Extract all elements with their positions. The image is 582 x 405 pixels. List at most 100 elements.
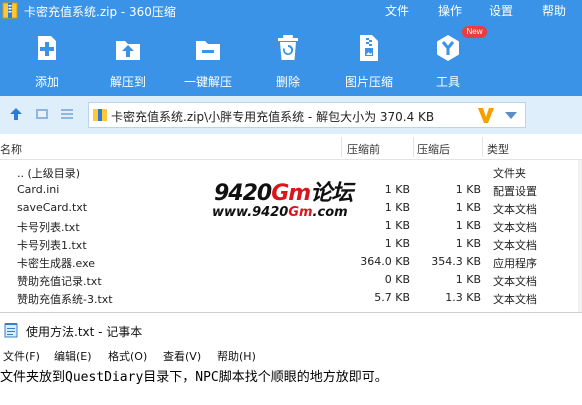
image-compress-label: 图片压缩 xyxy=(344,75,393,89)
file-name: 卡号列表.txt xyxy=(17,221,80,234)
tools-icon xyxy=(437,35,459,61)
column-after[interactable]: 压缩后 xyxy=(417,141,450,157)
size-before: 1 KB xyxy=(384,237,410,250)
watermark-forum: 论坛 xyxy=(310,181,353,206)
image-compress-icon xyxy=(360,35,378,61)
size-after: 1 KB xyxy=(455,183,481,196)
watermark-url-prefix: www.9420 xyxy=(212,205,289,220)
extract-to-icon xyxy=(116,41,140,60)
column-compressed[interactable]: 压缩前 xyxy=(347,141,380,157)
add-icon xyxy=(38,36,56,60)
file-name: 赞助充值记录.txt xyxy=(17,275,102,288)
notepad-menu-bar: 文件(F) 编辑(E) 格式(O) 查看(V) 帮助(H) xyxy=(0,346,582,366)
scrollbar[interactable] xyxy=(578,160,582,312)
size-after: 1 KB xyxy=(455,219,481,232)
zip-app-icon xyxy=(2,2,18,19)
menu-operate[interactable]: 操作 xyxy=(438,2,462,19)
size-after: 1 KB xyxy=(455,273,481,286)
size-before: 1 KB xyxy=(384,219,410,232)
new-badge: New xyxy=(462,26,487,38)
watermark-url: www.9420Gm.com xyxy=(212,205,348,220)
path-text: 卡密充值系统.zip\小胖专用充值系统 - 解包大小为 370.4 KB xyxy=(111,110,435,124)
watermark: 9420Gm论坛 www.9420Gm.com xyxy=(212,175,372,227)
list-item[interactable]: 卡密生成器.exe 364.0 KB 354.3 KB 应用程序 xyxy=(0,253,582,271)
add-button[interactable]: 添加 xyxy=(24,34,70,90)
list-item[interactable]: 赞助充值系统-3.txt 5.7 KB 1.3 KB 文本文档 xyxy=(0,289,582,307)
notepad-title-bar: 使用方法.txt - 记事本 xyxy=(0,312,582,346)
file-type: 文件夹 xyxy=(493,167,526,180)
title-bar: 卡密充值系统.zip - 360压缩 文件 操作 设置 帮助 xyxy=(0,0,582,22)
path-field[interactable]: 卡密充值系统.zip\小胖专用充值系统 - 解包大小为 370.4 KB xyxy=(88,102,526,128)
file-type: 文本文档 xyxy=(493,239,537,252)
file-name: 卡密生成器.exe xyxy=(17,257,96,270)
size-before: 364.0 KB xyxy=(360,255,410,268)
one-click-extract-button[interactable]: 一键解压 xyxy=(180,34,236,90)
notepad-icon xyxy=(4,323,18,338)
size-before: 0 KB xyxy=(384,273,410,286)
watermark-number: 9420 xyxy=(214,181,272,206)
chevron-down-icon[interactable] xyxy=(505,112,517,120)
file-type: 文本文档 xyxy=(493,221,537,234)
file-name: .. (上级目录) xyxy=(17,167,81,180)
file-type: 文本文档 xyxy=(493,275,537,288)
tools-button[interactable]: New 工具 xyxy=(430,26,487,90)
extract-to-button[interactable]: 解压到 xyxy=(103,34,153,90)
notepad-content: 文件夹放到QuestDiary目录下，NPC脚本找个顺眼的地方放即可。 xyxy=(0,370,388,385)
file-type: 配置设置 xyxy=(493,185,537,198)
column-divider[interactable] xyxy=(482,137,483,157)
delete-icon xyxy=(278,35,298,60)
notepad-window: 使用方法.txt - 记事本 文件(F) 编辑(E) 格式(O) 查看(V) 帮… xyxy=(0,312,582,405)
list-header: 名称 压缩前 压缩后 类型 xyxy=(0,134,582,160)
menu-settings[interactable]: 设置 xyxy=(489,2,513,19)
tools-label: 工具 xyxy=(435,75,460,89)
v-logo-icon[interactable] xyxy=(477,105,495,125)
file-name: 卡号列表1.txt xyxy=(17,239,87,252)
size-after: 1.3 KB xyxy=(445,291,481,304)
watermark-title: 9420Gm论坛 xyxy=(214,175,353,207)
menu-file[interactable]: 文件(F) xyxy=(3,348,40,364)
size-after: 1 KB xyxy=(455,237,481,250)
column-divider[interactable] xyxy=(413,137,414,157)
file-type: 文本文档 xyxy=(493,203,537,216)
size-before: 1 KB xyxy=(384,201,410,214)
watermark-gm: Gm xyxy=(271,181,311,206)
list-view-icon[interactable] xyxy=(60,107,74,121)
window-title: 卡密充值系统.zip - 360压缩 xyxy=(24,5,176,19)
size-before: 1 KB xyxy=(384,183,410,196)
watermark-url-gm: Gm xyxy=(288,205,313,220)
file-name: Card.ini xyxy=(17,183,60,196)
file-name: 赞助充值系统-3.txt xyxy=(17,293,113,306)
file-type: 应用程序 xyxy=(493,257,537,270)
menu-view[interactable]: 查看(V) xyxy=(163,348,201,364)
column-type[interactable]: 类型 xyxy=(487,141,509,157)
menu-file[interactable]: 文件 xyxy=(385,2,409,19)
list-item[interactable]: 卡号列表1.txt 1 KB 1 KB 文本文档 xyxy=(0,235,582,253)
notepad-editor[interactable]: 文件夹放到QuestDiary目录下，NPC脚本找个顺眼的地方放即可。 xyxy=(0,364,582,405)
menu-edit[interactable]: 编辑(E) xyxy=(54,348,92,364)
size-before: 5.7 KB xyxy=(374,291,410,304)
size-after: 1 KB xyxy=(455,201,481,214)
column-name[interactable]: 名称 xyxy=(0,141,22,157)
file-type: 文本文档 xyxy=(493,293,537,306)
delete-label: 删除 xyxy=(275,75,300,89)
file-name: saveCard.txt xyxy=(17,201,88,214)
one-click-extract-label: 一键解压 xyxy=(183,75,232,89)
image-compress-button[interactable]: 图片压缩 xyxy=(339,34,399,90)
view-mode-icon[interactable] xyxy=(35,107,49,121)
toolbar: 添加 解压到 一键解压 删除 图片压缩 New 工具 xyxy=(0,22,582,96)
menu-help[interactable]: 帮助 xyxy=(542,2,566,19)
one-click-extract-icon xyxy=(196,41,220,60)
menu-format[interactable]: 格式(O) xyxy=(108,348,147,364)
column-divider[interactable] xyxy=(341,137,342,157)
address-bar: 卡密充值系统.zip\小胖专用充值系统 - 解包大小为 370.4 KB xyxy=(0,96,582,134)
size-after: 354.3 KB xyxy=(431,255,481,268)
archive-window: 卡密充值系统.zip - 360压缩 文件 操作 设置 帮助 添加 解压到 一键… xyxy=(0,0,582,312)
menu-help[interactable]: 帮助(H) xyxy=(217,348,256,364)
notepad-title: 使用方法.txt - 记事本 xyxy=(26,325,143,339)
delete-button[interactable]: 删除 xyxy=(268,34,308,90)
up-arrow-icon[interactable] xyxy=(9,107,23,121)
watermark-url-suffix: .com xyxy=(312,205,348,220)
list-item[interactable]: 赞助充值记录.txt 0 KB 1 KB 文本文档 xyxy=(0,271,582,289)
add-label: 添加 xyxy=(34,75,59,89)
extract-to-label: 解压到 xyxy=(109,75,146,89)
